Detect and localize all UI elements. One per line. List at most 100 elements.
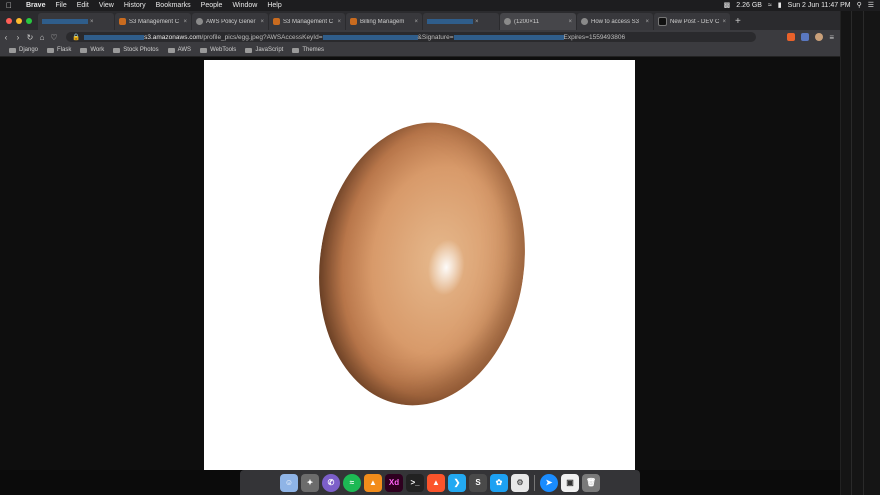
dock: ☺ ✦ ✆ ≈ ▲ Xd >_ ▲ ❯ S ✿ ⚙ ➤ ▣ 🗑 xyxy=(240,470,640,495)
egg-photo xyxy=(301,109,543,419)
close-tab-icon[interactable]: × xyxy=(337,19,341,25)
tab-label: S3 Management C xyxy=(283,18,334,25)
trash-icon[interactable]: 🗑 xyxy=(582,473,600,492)
menu-window[interactable]: Window xyxy=(232,0,257,11)
close-tab-icon[interactable]: × xyxy=(90,19,94,25)
bookmark-work[interactable]: Work xyxy=(80,47,104,53)
menu-file[interactable]: File xyxy=(55,0,66,11)
settings-icon[interactable]: ⚙ xyxy=(511,473,529,492)
tab-redacted-1[interactable]: × xyxy=(38,13,114,30)
address-bar[interactable]: 🔒 s3.amazonaws.com /profile_pics/egg.jpe… xyxy=(66,32,756,42)
finder-icon[interactable]: ☺ xyxy=(280,473,298,492)
tab-billing[interactable]: Billing Managem × xyxy=(346,13,422,30)
close-tab-icon[interactable]: × xyxy=(414,19,418,25)
aws-icon xyxy=(119,18,126,25)
sublime-icon[interactable]: S xyxy=(469,473,487,492)
extension-icon[interactable] xyxy=(801,33,810,41)
lock-icon: 🔒 xyxy=(72,34,81,41)
tab-label: S3 Management C xyxy=(129,18,180,25)
bookmark-label: Flask xyxy=(57,47,72,53)
close-tab-icon[interactable]: × xyxy=(645,19,649,25)
memory-icon[interactable]: ▩ xyxy=(724,0,731,11)
tab-s3-management[interactable]: S3 Management C × xyxy=(115,13,191,30)
brave-shields-icon[interactable] xyxy=(787,33,796,41)
dock-divider xyxy=(534,474,535,491)
menu-edit[interactable]: Edit xyxy=(77,0,89,11)
menu-history[interactable]: History xyxy=(124,0,146,11)
bookmark-webtools[interactable]: WebTools xyxy=(200,47,236,53)
battery-icon[interactable]: ▮ xyxy=(778,0,782,11)
globe-icon xyxy=(196,18,203,25)
redacted-label xyxy=(427,19,473,24)
bookmark-aws[interactable]: AWS xyxy=(167,47,191,53)
vlc-icon[interactable]: ▲ xyxy=(364,473,382,492)
menu-people[interactable]: People xyxy=(201,0,223,11)
apple-icon[interactable]:  xyxy=(6,0,16,11)
xd-icon[interactable]: Xd xyxy=(385,473,403,492)
zoom-window-icon[interactable] xyxy=(26,18,32,24)
tab-s3-management-2[interactable]: S3 Management C × xyxy=(269,13,345,30)
safari-icon[interactable]: ➤ xyxy=(540,473,558,492)
bookmark-icon[interactable]: ♡ xyxy=(48,33,60,42)
wifi-icon[interactable]: ≈ xyxy=(768,0,772,11)
reload-icon[interactable]: ↻ xyxy=(24,33,36,42)
globe-icon xyxy=(581,18,588,25)
launchpad-icon[interactable]: ✦ xyxy=(301,473,319,492)
bookmark-themes[interactable]: Themes xyxy=(292,47,324,53)
folder-icon xyxy=(113,47,121,53)
new-tab-icon[interactable]: + xyxy=(735,16,741,27)
search-icon[interactable]: ⚲ xyxy=(857,0,862,11)
tab-label: AWS Policy Gener xyxy=(206,18,256,25)
egg-image xyxy=(204,60,635,470)
close-tab-icon[interactable]: × xyxy=(183,19,187,25)
tab-label: New Post - DEV C xyxy=(670,18,720,25)
close-tab-icon[interactable]: × xyxy=(568,19,572,25)
bookmark-javascript[interactable]: JavaScript xyxy=(245,47,283,53)
brave-icon[interactable]: ▲ xyxy=(427,473,445,492)
tab-dev-new-post[interactable]: New Post - DEV C × xyxy=(654,13,730,30)
spotify-icon[interactable]: ≈ xyxy=(343,473,361,492)
folder-icon xyxy=(47,47,55,53)
close-tab-icon[interactable]: × xyxy=(722,19,726,25)
avatar[interactable] xyxy=(815,33,824,41)
menu-app-name[interactable]: Brave xyxy=(26,0,45,11)
tab-egg-image[interactable]: (1200×11 × xyxy=(500,13,576,30)
bookmark-label: JavaScript xyxy=(255,47,284,53)
memory-readout[interactable]: 2.26 GB xyxy=(736,0,762,11)
viber-icon[interactable]: ✆ xyxy=(322,473,340,492)
menu-view[interactable]: View xyxy=(99,0,114,11)
back-icon[interactable]: ‹ xyxy=(0,33,12,42)
bookmarks-bar: Django Flask Work Stock Photos AWS WebTo… xyxy=(0,44,840,57)
bookmark-label: Work xyxy=(90,47,105,53)
preview-icon[interactable]: ▣ xyxy=(561,473,579,492)
aws-icon xyxy=(350,18,357,25)
control-center-icon[interactable]: ☰ xyxy=(868,0,874,11)
url-signature: &Signature= xyxy=(417,33,454,41)
bookmark-flask[interactable]: Flask xyxy=(47,47,71,53)
tab-how-to-access-s3[interactable]: How to access S3 × xyxy=(577,13,653,30)
bookmark-label: Themes xyxy=(302,47,325,53)
minimize-window-icon[interactable] xyxy=(16,18,22,24)
toolbar: ‹ › ↻ ⌂ ♡ 🔒 s3.amazonaws.com /profile_pi… xyxy=(0,30,840,44)
bookmark-django[interactable]: Django xyxy=(9,47,38,53)
clock[interactable]: Sun 2 Jun 11:47 PM xyxy=(788,0,851,11)
tab-redacted-2[interactable]: × xyxy=(423,13,499,30)
close-tab-icon[interactable]: × xyxy=(260,19,264,25)
twitter-icon[interactable]: ✿ xyxy=(490,473,508,492)
menu-help[interactable]: Help xyxy=(267,0,281,11)
tab-strip: × S3 Management C × AWS Policy Gener × S… xyxy=(0,11,840,30)
tab-aws-policy[interactable]: AWS Policy Gener × xyxy=(192,13,268,30)
menu-icon[interactable]: ≡ xyxy=(829,33,834,42)
forward-icon[interactable]: › xyxy=(12,33,24,42)
close-window-icon[interactable] xyxy=(6,18,12,24)
close-tab-icon[interactable]: × xyxy=(475,19,479,25)
bookmark-stock-photos[interactable]: Stock Photos xyxy=(113,47,159,53)
bookmark-label: Stock Photos xyxy=(123,47,159,53)
home-icon[interactable]: ⌂ xyxy=(36,33,48,42)
vscode-icon[interactable]: ❯ xyxy=(448,473,466,492)
terminal-icon[interactable]: >_ xyxy=(406,473,424,492)
url-path: /profile_pics/egg.jpeg?AWSAccessKeyId= xyxy=(201,33,323,41)
menu-bookmarks[interactable]: Bookmarks xyxy=(156,0,191,11)
folder-icon xyxy=(9,47,16,53)
tab-label: Billing Managem xyxy=(360,18,405,25)
